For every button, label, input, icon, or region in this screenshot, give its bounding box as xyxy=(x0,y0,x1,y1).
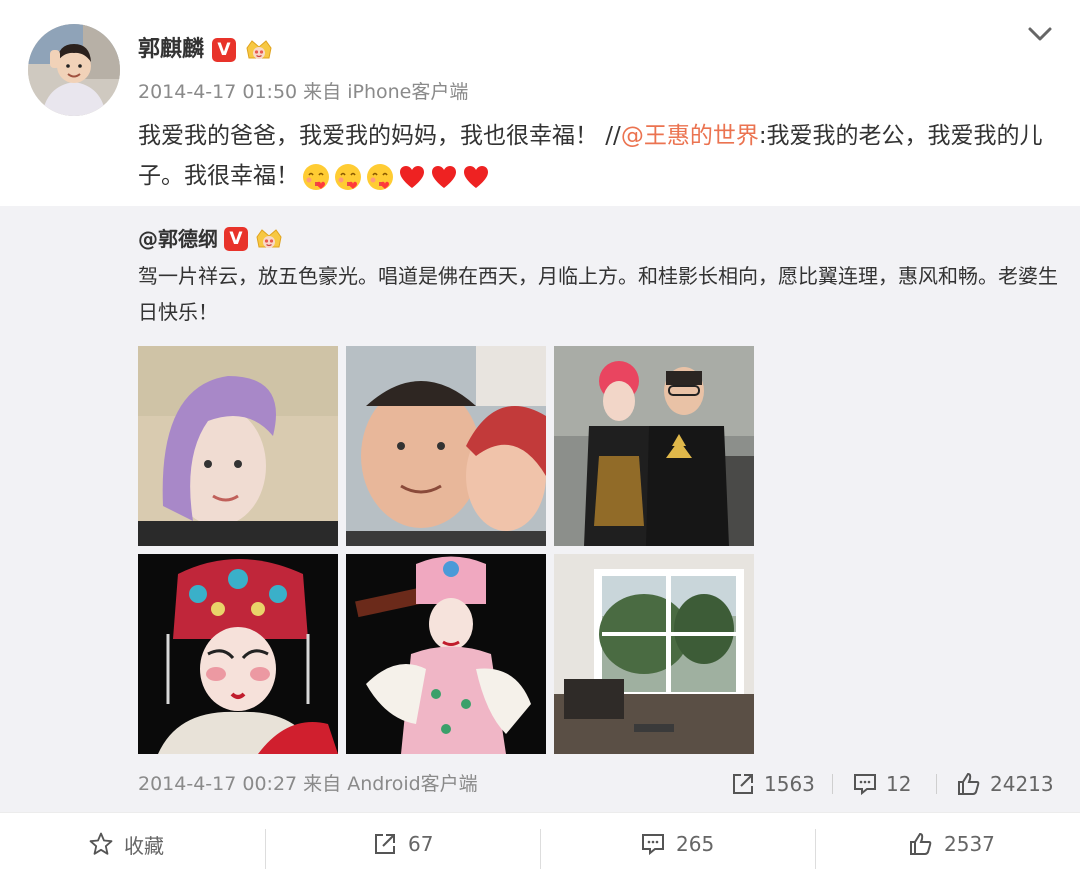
share-count: 67 xyxy=(408,832,434,856)
repost-like-count: 24213 xyxy=(990,772,1054,796)
repost-comment-button[interactable]: 12 xyxy=(852,770,911,798)
favorite-label: 收藏 xyxy=(124,833,164,858)
kiss-face-icon xyxy=(303,163,329,190)
thumbs-up-icon xyxy=(958,772,980,795)
kiss-face-icon xyxy=(367,163,393,190)
heart-icon xyxy=(432,165,456,188)
repost-share-count: 1563 xyxy=(764,772,815,796)
thumbs-up-icon xyxy=(910,832,932,855)
favorite-button[interactable]: 收藏 xyxy=(88,813,164,875)
divider xyxy=(815,829,816,869)
photo-6[interactable] xyxy=(554,554,754,754)
photo-5[interactable] xyxy=(346,554,546,754)
comment-icon xyxy=(854,774,876,796)
repost-text: 驾一片祥云，放五色豪光。唱道是佛在西天，月临上方。和桂影长相向，愿比翼连理，惠风… xyxy=(138,264,1058,324)
like-button[interactable]: 2537 xyxy=(908,813,995,875)
repost-author-line: @郭德纲 V xyxy=(138,224,284,254)
action-bar: 收藏 67 265 2537 xyxy=(0,812,1080,875)
share-button[interactable]: 67 xyxy=(372,813,433,875)
heart-icon xyxy=(464,165,488,188)
author-name[interactable]: 郭麒麟 xyxy=(138,32,204,68)
like-count: 2537 xyxy=(944,832,995,856)
comment-button[interactable]: 265 xyxy=(640,813,714,875)
kiss-face-icon xyxy=(335,163,361,190)
vip-crown-icon xyxy=(256,229,282,248)
repost-like-button[interactable]: 24213 xyxy=(956,770,1054,798)
divider xyxy=(832,774,833,794)
share-icon xyxy=(375,834,395,854)
divider xyxy=(265,829,266,869)
post-text-before: 我爱我的爸爸，我爱我的妈妈，我也很幸福！ // xyxy=(138,123,621,149)
vip-crown-icon xyxy=(246,40,272,59)
emoji-row xyxy=(301,162,491,192)
photo-1[interactable] xyxy=(138,346,338,546)
repost-comment-count: 12 xyxy=(886,772,912,796)
star-icon xyxy=(89,832,113,855)
comment-count: 265 xyxy=(676,832,715,856)
divider xyxy=(936,774,937,794)
verified-icon: V xyxy=(224,227,248,251)
photo-2[interactable] xyxy=(346,346,546,546)
post-meta: 2014-4-17 01:50 来自 iPhone客户端 xyxy=(138,81,469,103)
repost-share-button[interactable]: 1563 xyxy=(730,770,815,798)
repost-meta: 2014-4-17 00:27 来自 Android客户端 xyxy=(138,773,478,795)
author-line: 郭麒麟 V xyxy=(138,32,274,68)
mention-link[interactable]: @王惠的世界 xyxy=(621,123,759,149)
share-icon xyxy=(733,774,753,794)
photo-4[interactable] xyxy=(138,554,338,754)
verified-icon: V xyxy=(212,38,237,62)
post-text: 我爱我的爸爸，我爱我的妈妈，我也很幸福！ //@王惠的世界:我爱我的老公，我爱我… xyxy=(138,116,1058,196)
author-avatar[interactable] xyxy=(28,24,120,116)
divider xyxy=(540,829,541,869)
chevron-down-icon[interactable] xyxy=(1026,22,1054,46)
comment-icon xyxy=(642,834,664,856)
photo-3[interactable] xyxy=(554,346,754,546)
heart-icon xyxy=(400,165,424,188)
repost-author-name[interactable]: @郭德纲 xyxy=(138,224,218,254)
